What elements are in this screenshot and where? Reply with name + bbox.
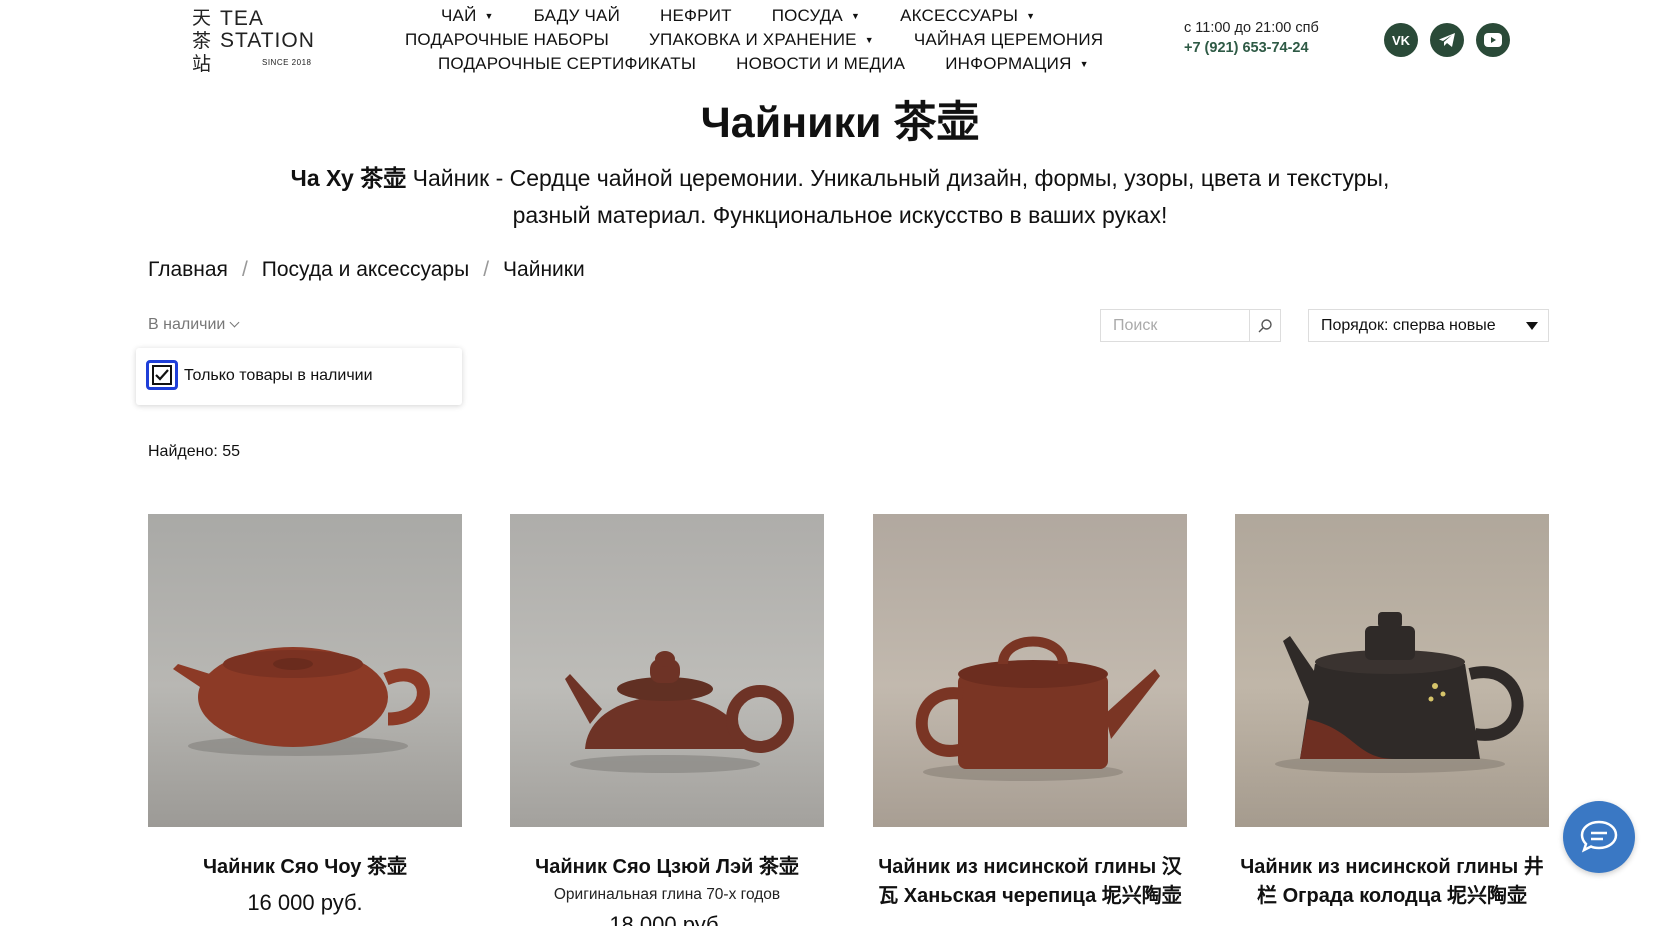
nav-item-packaging[interactable]: УПАКОВКА И ХРАНЕНИЕ ▼ bbox=[649, 30, 874, 50]
chevron-down-icon bbox=[229, 317, 240, 328]
search-box bbox=[1100, 309, 1281, 342]
product-price: 16 000 руб. bbox=[247, 890, 363, 915]
telegram-icon bbox=[1439, 33, 1455, 47]
sort-select[interactable]: Порядок: сперва новые bbox=[1308, 309, 1549, 342]
breadcrumb-current: Чайники bbox=[503, 258, 585, 281]
nav-item-badu-tea[interactable]: БАДУ ЧАЙ bbox=[534, 6, 620, 26]
search-icon bbox=[1258, 318, 1272, 332]
sort-select-value: Порядок: сперва новые bbox=[1321, 317, 1496, 334]
product-card: Чайник Сяо Цзюй Лэй 茶壶 Оригинальная глин… bbox=[510, 514, 824, 926]
search-button[interactable] bbox=[1249, 310, 1280, 341]
filter-toggle-label: В наличии bbox=[148, 316, 226, 333]
in-stock-checkbox-label[interactable]: Только товары в наличии bbox=[184, 367, 373, 385]
in-stock-checkbox[interactable] bbox=[146, 360, 178, 390]
breadcrumb: Главная / Посуда и аксессуары / Чайники bbox=[148, 258, 585, 282]
page-title-cn: 茶壶 bbox=[893, 98, 980, 148]
nav-item-label: ИНФОРМАЦИЯ bbox=[945, 54, 1072, 73]
nav-item-accessories[interactable]: АКСЕССУАРЫ ▼ bbox=[900, 6, 1035, 26]
product-card: Чайник из нисинской глины 汉瓦 Ханьская че… bbox=[873, 514, 1187, 911]
nav-item-label: ПОДАРОЧНЫЕ НАБОРЫ bbox=[405, 30, 610, 49]
product-name[interactable]: Чайник из нисинской глины 井栏 Ограда коло… bbox=[1235, 853, 1549, 911]
product-name[interactable]: Чайник Сяо Чоу 茶壶 bbox=[148, 853, 462, 882]
checkbox-box bbox=[152, 365, 172, 385]
breadcrumb-home[interactable]: Главная bbox=[148, 258, 228, 282]
vk-icon: VK bbox=[1391, 32, 1411, 48]
logo-text-tea: TEA bbox=[220, 7, 264, 30]
nav-item-label: УПАКОВКА И ХРАНЕНИЕ bbox=[649, 30, 857, 49]
results-count: Найдено: 55 bbox=[148, 443, 241, 460]
breadcrumb-separator: / bbox=[241, 258, 248, 281]
main-nav-row-3: ПОДАРОЧНЫЕ СЕРТИФИКАТЫ НОВОСТИ И МЕДИА И… bbox=[438, 54, 1089, 74]
caret-down-icon: ▼ bbox=[1079, 59, 1089, 69]
caret-down-icon: ▼ bbox=[484, 11, 494, 21]
product-subtitle: Оригинальная глина 70-х годов bbox=[553, 886, 781, 903]
logo-chinese-chars: 天茶站 bbox=[192, 7, 212, 75]
product-price: 18 000 руб. bbox=[609, 912, 725, 926]
logo-text-station: STATION bbox=[220, 29, 315, 52]
product-card: Чайник из нисинской глины 井栏 Ограда коло… bbox=[1235, 514, 1549, 911]
chat-bubble-icon bbox=[1580, 820, 1618, 853]
working-hours: с 11:00 до 21:00 спб bbox=[1184, 20, 1319, 36]
description-text: Чайник - Сердце чайной церемонии. Уникал… bbox=[406, 165, 1390, 228]
logo[interactable]: 天茶站 TEA STATION SINCE 2018 bbox=[192, 7, 322, 75]
nav-item-label: АКСЕССУАРЫ bbox=[900, 6, 1019, 25]
youtube-icon bbox=[1484, 33, 1502, 47]
nav-item-label: БАДУ ЧАЙ bbox=[533, 6, 621, 25]
nav-item-label: ПОСУДА bbox=[771, 6, 843, 25]
nav-item-information[interactable]: ИНФОРМАЦИЯ ▼ bbox=[945, 54, 1088, 74]
product-card: Чайник Сяо Чоу 茶壶 16 000 руб. bbox=[148, 514, 462, 916]
dropdown-arrow-icon bbox=[1526, 322, 1538, 330]
nav-item-gift-sets[interactable]: ПОДАРОЧНЫЕ НАБОРЫ bbox=[405, 30, 609, 50]
product-name[interactable]: Чайник из нисинской глины 汉瓦 Ханьская че… bbox=[873, 853, 1187, 911]
chat-button[interactable] bbox=[1563, 801, 1635, 873]
caret-down-icon: ▼ bbox=[1026, 11, 1036, 21]
product-image[interactable] bbox=[510, 514, 824, 827]
in-stock-filter-toggle[interactable]: В наличии bbox=[148, 316, 240, 334]
product-image[interactable] bbox=[873, 514, 1187, 827]
nav-item-label: ЧАЙНАЯ ЦЕРЕМОНИЯ bbox=[913, 30, 1104, 49]
phone-link[interactable]: +7 (921) 653-74-24 bbox=[1184, 40, 1309, 56]
breadcrumb-separator: / bbox=[483, 258, 490, 281]
search-input[interactable] bbox=[1101, 310, 1249, 341]
nav-item-label: ЧАЙ bbox=[441, 6, 477, 25]
vk-link[interactable]: VK bbox=[1384, 23, 1418, 57]
main-nav-row-1: ЧАЙ ▼ БАДУ ЧАЙ НЕФРИТ ПОСУДА ▼ АКСЕССУАРЫ ▼ bbox=[441, 6, 1035, 26]
nav-item-news-media[interactable]: НОВОСТИ И МЕДИА bbox=[736, 54, 905, 74]
product-image[interactable] bbox=[1235, 514, 1549, 827]
nav-item-jade[interactable]: НЕФРИТ bbox=[660, 6, 732, 26]
page-title-ru: Чайники bbox=[700, 99, 894, 147]
category-description: Ча Ху 茶壶 Чайник - Сердце чайной церемони… bbox=[290, 160, 1390, 234]
caret-down-icon: ▼ bbox=[850, 11, 861, 21]
nav-item-tea[interactable]: ЧАЙ ▼ bbox=[441, 6, 494, 26]
breadcrumb-tableware[interactable]: Посуда и аксессуары bbox=[262, 258, 469, 282]
description-lead: Ча Ху 茶壶 bbox=[290, 165, 407, 191]
product-image[interactable] bbox=[148, 514, 462, 827]
nav-item-gift-certificates[interactable]: ПОДАРОЧНЫЕ СЕРТИФИКАТЫ bbox=[438, 54, 696, 74]
product-name[interactable]: Чайник Сяо Цзюй Лэй 茶壶 bbox=[510, 853, 824, 882]
checkmark-icon bbox=[155, 369, 169, 381]
in-stock-filter-panel: Только товары в наличии bbox=[136, 348, 462, 405]
logo-since: SINCE 2018 bbox=[262, 58, 312, 67]
main-nav-row-2: ПОДАРОЧНЫЕ НАБОРЫ УПАКОВКА И ХРАНЕНИЕ ▼ Ч… bbox=[405, 30, 1103, 50]
youtube-link[interactable] bbox=[1476, 23, 1510, 57]
nav-item-tea-ceremony[interactable]: ЧАЙНАЯ ЦЕРЕМОНИЯ bbox=[914, 30, 1103, 50]
nav-item-label: ПОДАРОЧНЫЕ СЕРТИФИКАТЫ bbox=[438, 54, 697, 73]
nav-item-label: НОВОСТИ И МЕДИА bbox=[736, 54, 906, 73]
page-title: Чайники 茶壶 bbox=[0, 88, 1680, 150]
telegram-link[interactable] bbox=[1430, 23, 1464, 57]
nav-item-tableware[interactable]: ПОСУДА ▼ bbox=[772, 6, 860, 26]
caret-down-icon: ▼ bbox=[864, 35, 874, 45]
nav-item-label: НЕФРИТ bbox=[660, 6, 732, 25]
